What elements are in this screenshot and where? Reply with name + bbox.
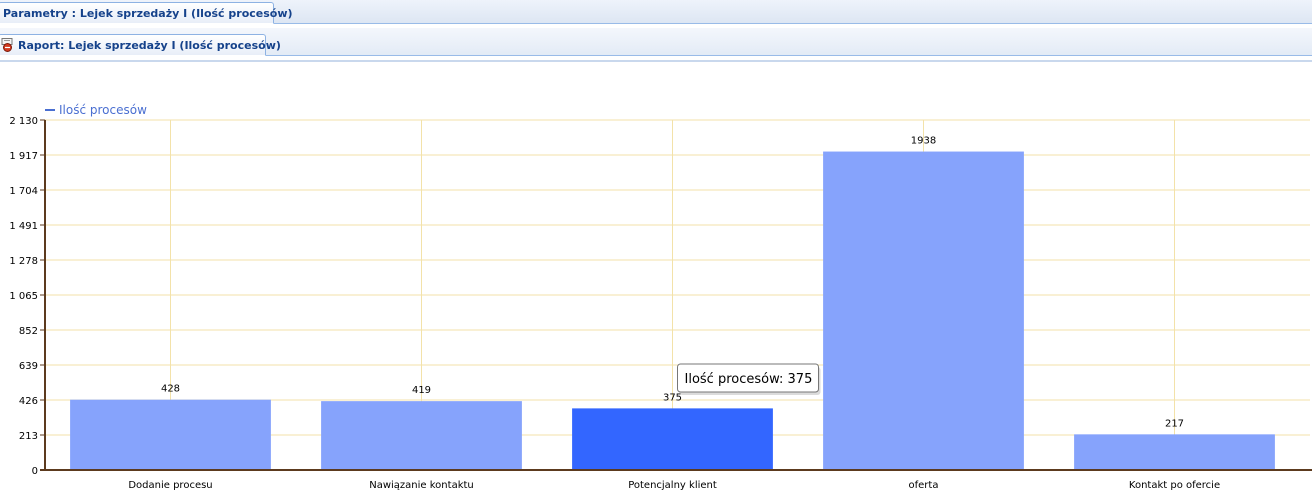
y-tick-label: 2 130 <box>9 116 38 127</box>
y-tick-label: 0 <box>32 466 38 477</box>
report-tab-label: Raport: Lejek sprzedaży I (Ilość procesó… <box>18 39 281 52</box>
panel-divider <box>0 60 1312 62</box>
y-tick-label: 639 <box>19 361 38 372</box>
bar-value-label: 428 <box>161 384 180 395</box>
y-tick-label: 852 <box>19 326 38 337</box>
y-tick-label: 1 491 <box>9 221 38 232</box>
y-tick-label: 213 <box>19 431 38 442</box>
legend-label: Ilość procesów <box>59 103 147 117</box>
legend-marker <box>45 109 55 111</box>
report-icon <box>1 38 13 52</box>
category-label: Kontakt po ofercie <box>1129 480 1220 491</box>
bar-1[interactable] <box>70 399 271 470</box>
category-label: Potencjalny klient <box>628 480 717 491</box>
y-tick-label: 1 704 <box>9 186 38 197</box>
parameters-tab-strip: Parametry : Lejek sprzedaży I (Ilość pro… <box>0 0 1312 24</box>
category-label: Nawiązanie kontaktu <box>369 480 474 491</box>
bar-value-label: 217 <box>1165 418 1184 429</box>
bar-value-label: 375 <box>663 392 682 403</box>
bar-2[interactable] <box>321 401 522 470</box>
y-tick-label: 426 <box>19 396 38 407</box>
report-tab[interactable]: Raport: Lejek sprzedaży I (Ilość procesó… <box>0 34 281 56</box>
bar-value-label: 419 <box>412 385 431 396</box>
y-tick-label: 1 917 <box>9 151 38 162</box>
report-tab-strip: Raport: Lejek sprzedaży I (Ilość procesó… <box>0 28 1312 56</box>
parameters-tab[interactable]: Parametry : Lejek sprzedaży I (Ilość pro… <box>0 2 293 24</box>
parameters-tab-label: Parametry : Lejek sprzedaży I (Ilość pro… <box>3 7 293 20</box>
tooltip-text: Ilość procesów: 375 <box>685 372 813 387</box>
bar-5[interactable] <box>1074 434 1275 470</box>
y-tick-label: 1 065 <box>9 291 38 302</box>
y-tick-label: 1 278 <box>9 256 38 267</box>
bar-4[interactable] <box>823 151 1024 470</box>
category-label: Dodanie procesu <box>128 480 212 491</box>
bar-3[interactable] <box>572 408 773 470</box>
category-label: oferta <box>909 480 939 491</box>
bar-value-label: 1938 <box>911 136 936 147</box>
bar-chart: 428 Dodanie procesu 419 Nawiązanie kontaktu… <box>9 103 1312 491</box>
